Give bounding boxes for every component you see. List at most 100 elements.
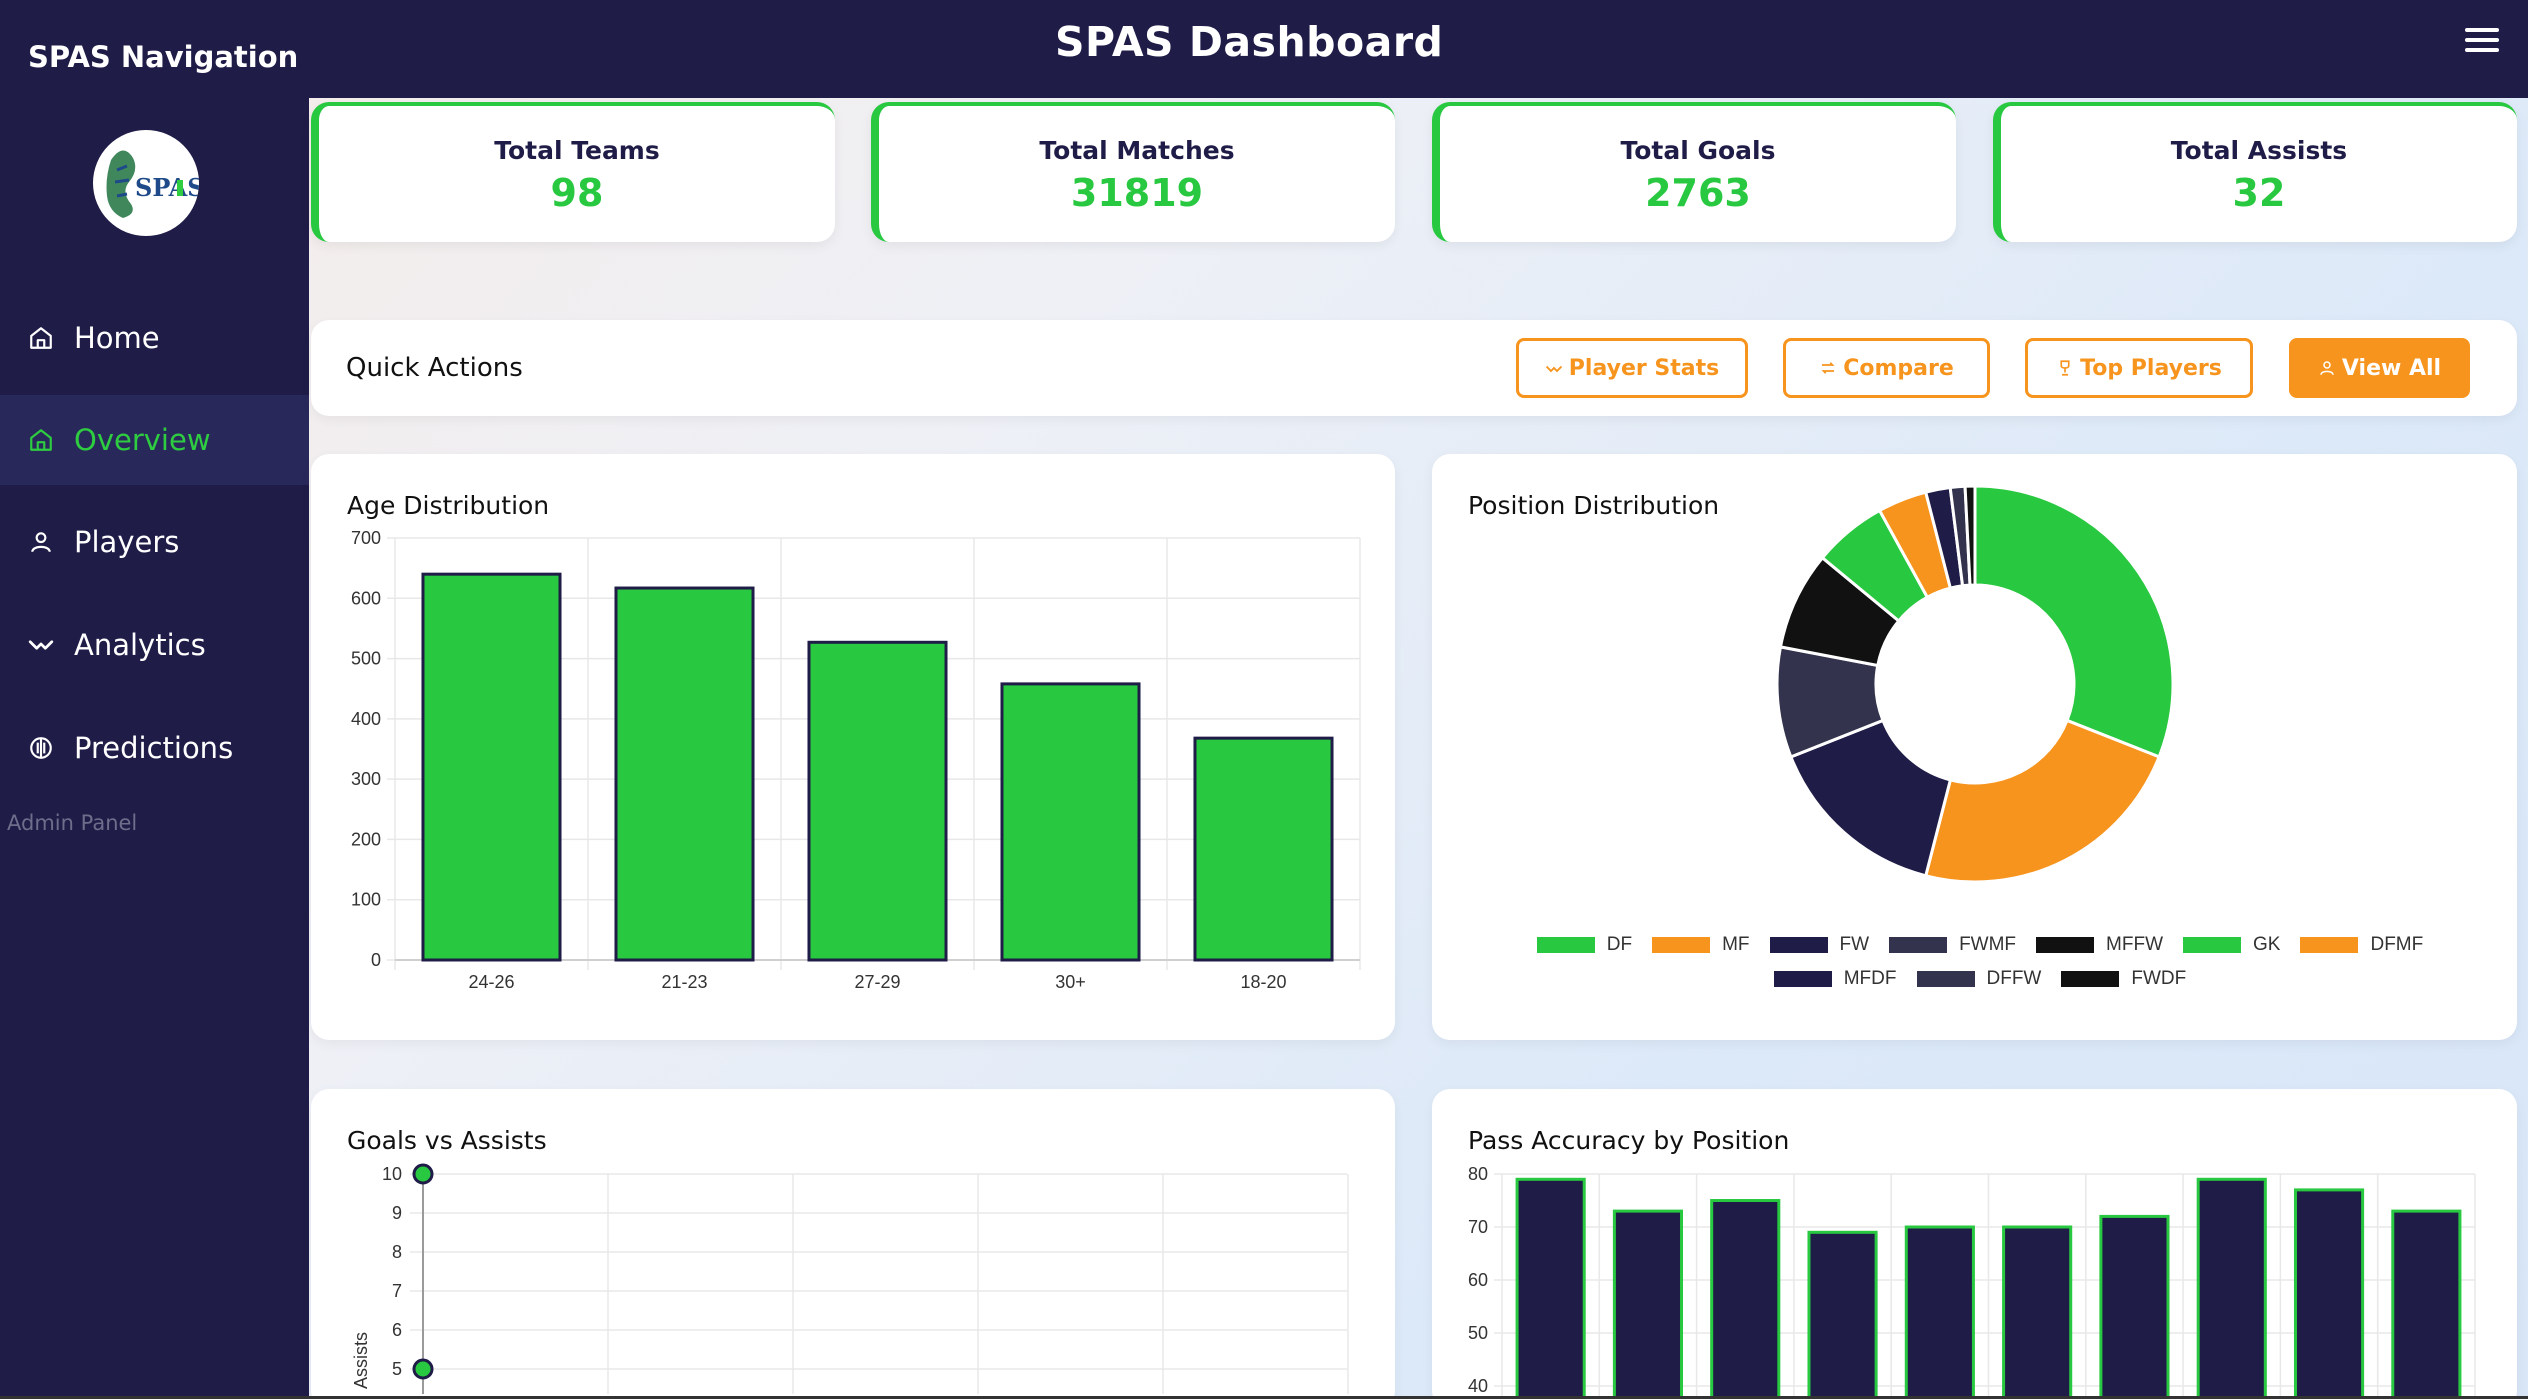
sidebar-item-overview[interactable]: Overview bbox=[0, 395, 309, 485]
page-title: SPAS Dashboard bbox=[1055, 18, 1444, 66]
legend-item[interactable]: FWMF bbox=[1889, 934, 2016, 956]
legend-label: GK bbox=[2253, 934, 2281, 955]
bar bbox=[2099, 1214, 2170, 1399]
quick-actions-title: Quick Actions bbox=[346, 353, 523, 383]
button-label: Player Stats bbox=[1568, 355, 1720, 381]
top-bar: SPAS Dashboard bbox=[309, 0, 2528, 98]
scatter-point bbox=[412, 1358, 434, 1380]
legend-item[interactable]: DFFW bbox=[1916, 968, 2042, 990]
stat-label: Total Assists bbox=[2170, 136, 2348, 165]
legend-swatch bbox=[1769, 937, 1828, 953]
legend-label: DFMF bbox=[2370, 934, 2424, 955]
activity-icon bbox=[28, 640, 54, 650]
y-tick-label: 6 bbox=[392, 1320, 402, 1340]
x-tick-label: 27-29 bbox=[854, 972, 900, 992]
sidebar-title: SPAS Navigation bbox=[28, 40, 299, 74]
y-tick-label: 50 bbox=[1468, 1323, 1488, 1343]
stat-card-matches: Total Matches 31819 bbox=[871, 102, 1395, 242]
stat-label: Total Goals bbox=[1620, 136, 1776, 165]
sidebar-item-label: Predictions bbox=[74, 731, 234, 765]
stat-card-assists: Total Assists 32 bbox=[1993, 102, 2517, 242]
sidebar-item-label: Analytics bbox=[74, 628, 206, 662]
activity-icon bbox=[1545, 365, 1562, 373]
logo-text: SPAS bbox=[135, 173, 199, 202]
player-stats-button[interactable]: Player Stats bbox=[1516, 338, 1748, 398]
bar bbox=[2391, 1209, 2462, 1399]
y-tick-label: 500 bbox=[351, 649, 381, 669]
x-tick-label: 24-26 bbox=[468, 972, 514, 992]
bar bbox=[1515, 1177, 1586, 1399]
button-label: Top Players bbox=[2080, 355, 2222, 381]
legend-label: DF bbox=[1606, 934, 1633, 955]
sidebar-item-home[interactable]: Home bbox=[0, 293, 309, 383]
y-tick-label: 80 bbox=[1468, 1164, 1488, 1184]
legend-item[interactable]: DF bbox=[1536, 934, 1633, 956]
sidebar: SPAS Navigation SPAS Home Overview Playe… bbox=[0, 0, 309, 1399]
top-players-button[interactable]: Top Players bbox=[2025, 338, 2253, 398]
bar bbox=[1612, 1209, 1684, 1399]
y-tick-label: 200 bbox=[351, 829, 381, 849]
bar bbox=[2196, 1177, 2267, 1399]
hamburger-icon[interactable] bbox=[2465, 28, 2499, 56]
x-tick-label: 18-20 bbox=[1240, 972, 1286, 992]
y-tick-label: 7 bbox=[392, 1281, 402, 1301]
bar bbox=[1193, 736, 1334, 962]
legend-swatch bbox=[1889, 937, 1948, 953]
legend-swatch bbox=[1916, 971, 1975, 987]
legend-label: MFFW bbox=[2106, 934, 2164, 955]
legend-label: MFDF bbox=[1843, 968, 1897, 989]
legend-label: DFFW bbox=[1986, 968, 2042, 989]
legend-swatch bbox=[2061, 971, 2120, 987]
y-tick-label: 60 bbox=[1468, 1270, 1488, 1290]
predict-icon bbox=[30, 737, 52, 759]
stat-label: Total Matches bbox=[1039, 136, 1235, 165]
legend-swatch bbox=[1773, 971, 1832, 987]
bar bbox=[1904, 1225, 1975, 1399]
x-tick-label: 30+ bbox=[1055, 972, 1086, 992]
legend-label: FWMF bbox=[1959, 934, 2017, 955]
sidebar-item-label: Players bbox=[74, 525, 180, 559]
user-icon bbox=[2320, 361, 2334, 375]
sidebar-item-analytics[interactable]: Analytics bbox=[0, 600, 309, 690]
legend-item[interactable]: MF bbox=[1652, 934, 1750, 956]
legend-item[interactable]: FW bbox=[1769, 934, 1869, 956]
user-icon bbox=[31, 532, 51, 553]
stat-value: 31819 bbox=[1070, 171, 1204, 215]
legend-item[interactable]: GK bbox=[2183, 934, 2280, 956]
sidebar-item-players[interactable]: Players bbox=[0, 497, 309, 587]
y-tick-label: 5 bbox=[392, 1359, 402, 1379]
pie-slice bbox=[1973, 484, 2175, 759]
bar bbox=[1807, 1230, 1878, 1399]
view-all-button[interactable]: View All bbox=[2289, 338, 2470, 398]
home-icon bbox=[30, 429, 52, 451]
stat-card-goals: Total Goals 2763 bbox=[1432, 102, 1956, 242]
stat-label: Total Teams bbox=[494, 136, 660, 165]
admin-panel-link[interactable]: Admin Panel bbox=[7, 811, 137, 835]
legend-swatch bbox=[1652, 937, 1711, 953]
y-tick-label: 40 bbox=[1468, 1376, 1488, 1396]
sidebar-item-label: Overview bbox=[74, 423, 211, 457]
y-tick-label: 100 bbox=[351, 890, 381, 910]
bar bbox=[421, 572, 562, 962]
goals-assists-chart: 5 6 7 8 9 10 Assists bbox=[351, 1163, 1349, 1394]
legend-item[interactable]: DFMF bbox=[2300, 934, 2423, 956]
bar bbox=[807, 640, 948, 962]
legend-label: MF bbox=[1722, 934, 1750, 955]
legend-label: FWDF bbox=[2131, 968, 2187, 989]
bar bbox=[2002, 1225, 2073, 1399]
stat-value: 32 bbox=[2232, 171, 2286, 215]
y-tick-label: 700 bbox=[351, 528, 381, 548]
position-distribution-chart bbox=[1775, 484, 2175, 884]
legend-item[interactable]: MFDF bbox=[1773, 968, 1897, 990]
sidebar-item-label: Home bbox=[74, 321, 160, 355]
legend-item[interactable]: MFFW bbox=[2036, 934, 2163, 956]
sidebar-item-predictions[interactable]: Predictions bbox=[0, 703, 309, 793]
pie-slice bbox=[1923, 718, 2162, 884]
legend-item[interactable]: FWDF bbox=[2061, 968, 2186, 990]
button-label: Compare bbox=[1843, 355, 1954, 381]
spas-logo: SPAS bbox=[93, 130, 199, 236]
stat-value: 98 bbox=[550, 171, 604, 215]
compare-button[interactable]: Compare bbox=[1783, 338, 1990, 398]
trophy-icon bbox=[2060, 360, 2070, 376]
y-tick-label: 9 bbox=[392, 1203, 402, 1223]
